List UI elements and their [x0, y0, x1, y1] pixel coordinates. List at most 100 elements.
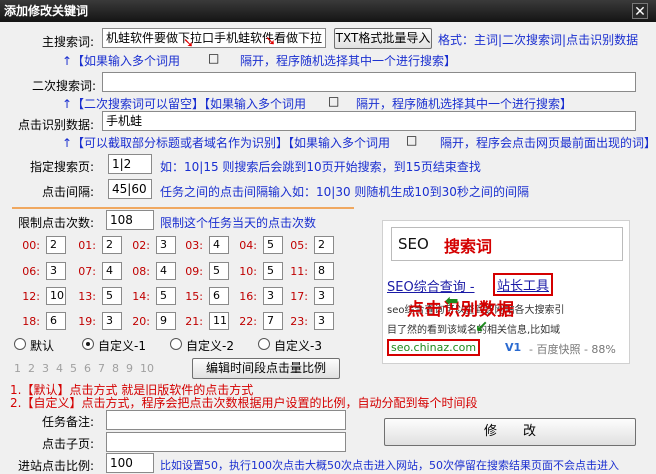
page-tab[interactable]: 9	[126, 362, 133, 375]
page-tab[interactable]: 1	[14, 362, 21, 375]
enter-ratio-label: 进站点击比例:	[18, 459, 95, 473]
hour-label: 15:	[185, 290, 203, 303]
mode-radio-custom-2[interactable]	[170, 338, 182, 350]
hour-input[interactable]: 10	[46, 287, 66, 305]
section-divider	[12, 207, 354, 209]
modify-button[interactable]: 修 改	[384, 418, 636, 446]
edit-ratio-button[interactable]: 编辑时间段点击量比例	[192, 358, 340, 379]
hour-input[interactable]: 6	[46, 312, 66, 330]
hour-input[interactable]: 4	[209, 236, 229, 254]
txt-batch-import-button[interactable]: TXT格式批量导入	[334, 28, 432, 49]
separator-glyph-icon: □	[406, 133, 418, 147]
hour-label: 03:	[185, 239, 203, 252]
hour-label: 10:	[239, 265, 257, 278]
hour-input[interactable]: 3	[314, 312, 334, 330]
hour-label: 18:	[22, 315, 40, 328]
preview-result-title: SEO综合查询 -	[387, 280, 475, 295]
click-limit-label: 限制点击次数:	[18, 216, 95, 230]
format-hint: 格式：主词|二次搜索词|点击识别数据	[438, 33, 639, 47]
hour-label: 04:	[239, 239, 257, 252]
hour-label: 22:	[239, 315, 257, 328]
task-note-label: 任务备注:	[42, 415, 95, 429]
main-keyword-hint-left: ↑【如果输入多个词用	[62, 54, 181, 68]
secondary-keyword-hint-left: ↑【二次搜索词可以留空】【如果输入多个词用	[62, 97, 307, 111]
click-data-hint-right: 隔开，程序会点击网页最前面出现的词】	[440, 136, 656, 150]
secondary-keyword-input[interactable]	[102, 72, 636, 92]
mode-label: 自定义-2	[186, 339, 234, 353]
hour-input[interactable]: 3	[102, 312, 122, 330]
page-tab[interactable]: 2	[28, 362, 35, 375]
preview-search-word: 搜索词	[444, 237, 493, 256]
hour-input[interactable]: 8	[314, 262, 334, 280]
hour-input[interactable]: 9	[156, 312, 176, 330]
secondary-keyword-hint-right: 隔开，程序随机选择其中一个进行搜索】	[356, 97, 573, 111]
hour-label: 02:	[132, 239, 150, 252]
hour-input[interactable]: 5	[156, 287, 176, 305]
hour-input[interactable]: 11	[209, 312, 229, 330]
mode-label: 自定义-3	[274, 339, 322, 353]
enter-ratio-hint: 比如设置50，执行100次点击大概50次点击进入网站，50次停留在搜索结果页面不…	[160, 459, 619, 472]
green-arrow-icon: ⬅	[445, 291, 459, 310]
hour-input[interactable]: 4	[102, 262, 122, 280]
hour-label: 13:	[78, 290, 96, 303]
title-bar: 添加修改关键词 ✕	[0, 0, 656, 22]
hour-label: 23:	[290, 315, 308, 328]
hour-label: 07:	[78, 265, 96, 278]
mode-radio-default[interactable]	[14, 338, 26, 350]
hour-input[interactable]: 2	[314, 236, 334, 254]
hour-label: 12:	[22, 290, 40, 303]
main-keyword-hint-right: 隔开，程序随机选择其中一个进行搜索】	[240, 54, 457, 68]
window-title: 添加修改关键词	[4, 4, 89, 18]
click-data-hint-left: ↑【可以截取部分标题或者域名作为识别】【如果输入多个词用	[62, 136, 391, 150]
hour-input[interactable]: 3	[46, 262, 66, 280]
hour-label: 08:	[132, 265, 150, 278]
hour-input[interactable]: 3	[263, 287, 283, 305]
hour-label: 14:	[132, 290, 150, 303]
click-subpage-input[interactable]	[106, 432, 346, 452]
click-data-input[interactable]: 手机蛙	[102, 111, 636, 131]
search-page-input[interactable]: 1|2	[108, 154, 152, 174]
hour-input[interactable]: 4	[156, 262, 176, 280]
hour-input[interactable]: 5	[263, 262, 283, 280]
click-limit-hint: 限制这个任务当天的点击次数	[160, 216, 317, 230]
hour-label: 06:	[22, 265, 40, 278]
hour-label: 11:	[290, 265, 308, 278]
hour-input[interactable]: 7	[263, 312, 283, 330]
hour-input[interactable]: 5	[209, 262, 229, 280]
hour-input[interactable]: 2	[46, 236, 66, 254]
preview-title-highlight: 站长工具	[493, 273, 554, 296]
hour-input[interactable]: 3	[156, 236, 176, 254]
page-tab[interactable]: 10	[140, 362, 154, 375]
task-note-input[interactable]	[106, 410, 346, 430]
mode-label: 自定义-1	[98, 339, 146, 353]
green-arrow-icon: ↙	[475, 317, 489, 336]
mode-radio-custom-1[interactable]	[82, 338, 94, 350]
hour-input[interactable]: 6	[209, 287, 229, 305]
click-subpage-label: 点击子页:	[42, 437, 95, 451]
separator-glyph-icon: □	[208, 51, 220, 65]
page-tab[interactable]: 3	[42, 362, 49, 375]
preview-url-highlight: seo.chinaz.com	[387, 339, 481, 356]
page-tab[interactable]: 5	[70, 362, 77, 375]
search-page-hint: 如：10|15 则搜索后会跳到10页开始搜索，到15页结束查找	[160, 160, 481, 174]
page-tab[interactable]: 6	[84, 362, 91, 375]
hour-input[interactable]: 5	[263, 236, 283, 254]
page-tab[interactable]: 8	[112, 362, 119, 375]
secondary-keyword-label: 二次搜索词:	[32, 79, 97, 93]
click-limit-input[interactable]: 108	[106, 210, 154, 230]
close-icon[interactable]: ✕	[632, 3, 648, 20]
mode-radio-custom-3[interactable]	[258, 338, 270, 350]
hour-input[interactable]: 3	[314, 287, 334, 305]
main-keyword-input[interactable]: 机蛙软件要做下拉口手机蛙软件看做下拉	[102, 28, 326, 48]
hour-label: 01:	[78, 239, 96, 252]
page-tab[interactable]: 7	[98, 362, 105, 375]
preview-seo-text: SEO	[398, 235, 429, 253]
hour-label: 17:	[290, 290, 308, 303]
hour-input[interactable]: 5	[102, 287, 122, 305]
enter-ratio-input[interactable]: 100	[106, 453, 154, 473]
note-custom: 2.【自定义】点击方式，程序会把点击次数根据用户设置的比例，自动分配到每个时间段	[10, 396, 478, 410]
click-interval-input[interactable]: 45|60	[108, 179, 152, 199]
hour-input[interactable]: 2	[102, 236, 122, 254]
page-tab[interactable]: 4	[56, 362, 63, 375]
click-interval-hint: 任务之间的点击间隔输入如：10|30 则随机生成10到30秒之间的间隔	[160, 185, 529, 199]
